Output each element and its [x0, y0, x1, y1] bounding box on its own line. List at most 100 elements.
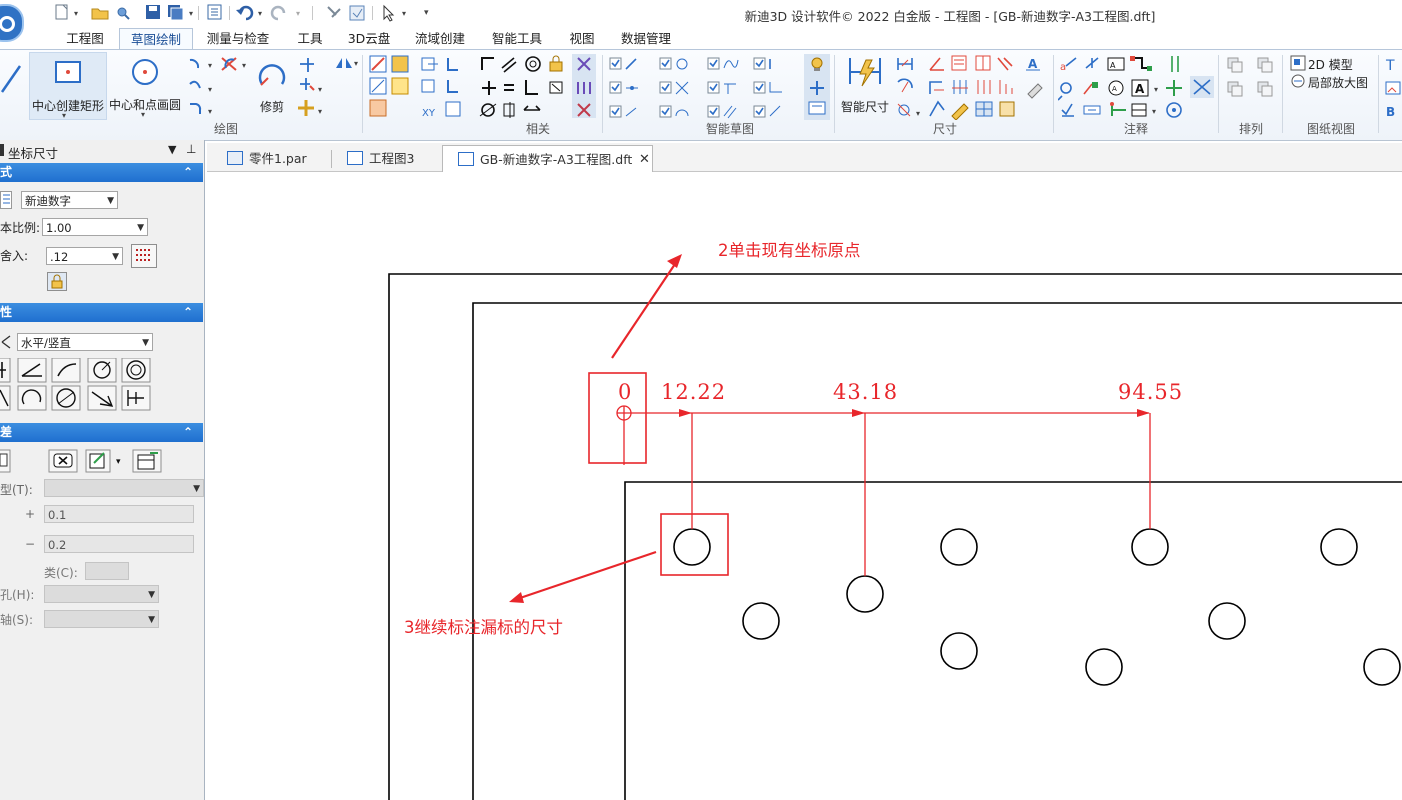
dim-auto-icon[interactable]	[929, 100, 945, 117]
style-select[interactable]: 新迪数字 ▼	[21, 191, 118, 209]
image-tool-icon[interactable]	[1385, 81, 1401, 95]
scale-select[interactable]: 1.00 ▼	[42, 218, 148, 236]
section-props-header[interactable]: 性 ⌃	[0, 303, 203, 322]
new-file-icon[interactable]	[55, 4, 68, 20]
note-icon[interactable]	[808, 101, 826, 115]
tab-data-management[interactable]: 数据管理	[612, 28, 680, 50]
smart-sketch-check-4[interactable]	[753, 57, 771, 70]
undo-icon[interactable]	[236, 5, 254, 21]
center-mark-icon[interactable]	[1171, 56, 1179, 72]
parallel-icon[interactable]	[501, 57, 517, 73]
close-tab-icon[interactable]: ✕	[639, 146, 650, 173]
dim-table-icon[interactable]	[975, 101, 993, 117]
relations-a-icon[interactable]	[421, 57, 438, 71]
bring-forward-icon[interactable]	[1227, 57, 1243, 73]
tolerance-table-icon[interactable]	[132, 449, 162, 473]
hole[interactable]	[940, 632, 978, 670]
block-tool-icon[interactable]: B	[1386, 105, 1395, 119]
tab-tools[interactable]: 工具	[288, 28, 332, 50]
dim-chain-icon[interactable]	[977, 80, 991, 94]
check-mark-icon[interactable]	[1061, 103, 1074, 117]
panel-pin-icon[interactable]: ⊥	[186, 142, 196, 156]
dim-distance-icon[interactable]	[897, 58, 913, 70]
center-circle-dropdown-icon[interactable]: ▾	[141, 110, 145, 119]
hole[interactable]	[1131, 528, 1169, 566]
fillet-icon[interactable]	[190, 103, 202, 114]
doc-tab-drawing3[interactable]: 工程图3	[338, 145, 438, 172]
smart-sketch-check-9[interactable]	[609, 105, 637, 118]
hole[interactable]	[1208, 602, 1246, 640]
datum-icon[interactable]: A	[1108, 80, 1124, 96]
send-backward-icon[interactable]	[1257, 57, 1273, 73]
region-icon[interactable]	[391, 77, 409, 95]
dim-style-icon[interactable]	[1027, 83, 1043, 99]
tool-b-icon[interactable]	[349, 5, 365, 21]
dim-type-leader-icon[interactable]	[87, 385, 117, 411]
redo-icon[interactable]	[270, 5, 286, 21]
callout-icon[interactable]	[1085, 57, 1099, 69]
ordinate-label-2[interactable]: 43.18	[833, 380, 898, 404]
dim-type-angle-icon[interactable]	[17, 358, 47, 383]
symmetric-icon[interactable]	[503, 102, 515, 118]
hole[interactable]	[1085, 648, 1123, 686]
hole[interactable]	[1363, 648, 1401, 686]
tolerance-type-select[interactable]: ▼	[44, 479, 204, 497]
feature-control-icon[interactable]	[1110, 102, 1126, 116]
dim-type-arc-length-icon[interactable]	[17, 385, 47, 411]
hole[interactable]	[742, 602, 780, 640]
tolerance-class-input[interactable]	[85, 562, 129, 580]
smart-sketch-check-5[interactable]	[609, 81, 638, 94]
smart-sketch-check-1[interactable]	[609, 57, 637, 70]
lock-icon[interactable]	[549, 55, 563, 72]
center-circle-button[interactable]: 中心和点画圆 ▾	[107, 52, 183, 119]
select-arrow-icon[interactable]	[383, 4, 395, 22]
dim-symmetric-icon[interactable]	[975, 55, 991, 71]
move-icon[interactable]	[298, 100, 314, 116]
save-dropdown-icon[interactable]: ▾	[189, 9, 193, 18]
tab-sketch[interactable]: 草图绘制	[119, 28, 193, 51]
surface-finish-icon[interactable]	[1058, 82, 1072, 101]
tolerance-format-icon[interactable]	[85, 449, 111, 473]
collapse-icon[interactable]: ⌃	[183, 163, 193, 182]
select-dropdown-icon[interactable]: ▾	[402, 9, 406, 18]
center-rectangle-button[interactable]: 中心创建矩形 ▾	[29, 52, 107, 120]
line-tool-icon[interactable]	[0, 58, 22, 98]
detail-view-button[interactable]: 局部放大图	[1290, 73, 1374, 90]
smart-sketch-check-12[interactable]	[753, 105, 781, 118]
dim-ordinate-icon[interactable]	[952, 80, 968, 94]
collapse-icon[interactable]: ⌃	[183, 423, 193, 442]
bolt-hole-circle-icon[interactable]	[1166, 102, 1182, 118]
tab-flow-create[interactable]: 流域创建	[406, 28, 474, 50]
panel-menu-icon[interactable]: ▼	[168, 143, 176, 156]
orientation-select[interactable]: 水平/竖直 ▼	[17, 333, 153, 351]
frame-icon[interactable]	[1083, 105, 1101, 115]
relations-e-icon[interactable]	[445, 101, 461, 117]
connector-icon[interactable]	[1130, 56, 1152, 71]
tab-measure[interactable]: 测量与检查	[198, 28, 278, 50]
tolerance-minus-input[interactable]: 0.2	[44, 535, 194, 553]
doc-tab-part[interactable]: 零件1.par	[218, 145, 330, 172]
tab-3d-cloud[interactable]: 3D云盘	[342, 28, 396, 50]
dim-radius-icon[interactable]	[897, 78, 913, 93]
tab-drawing[interactable]: 工程图	[56, 28, 114, 50]
hole-select[interactable]: ▼	[44, 585, 159, 603]
leader-icon[interactable]: a	[1060, 57, 1077, 73]
section-style-header[interactable]: 式 ⌃	[0, 163, 203, 182]
new-file-dropdown-icon[interactable]: ▾	[74, 9, 78, 18]
rigid-icon[interactable]	[549, 81, 563, 94]
text-box-icon[interactable]: A	[1131, 79, 1149, 97]
pattern-icon[interactable]	[369, 99, 387, 117]
send-back-icon[interactable]	[1257, 81, 1273, 97]
tab-view[interactable]: 视图	[560, 28, 604, 50]
properties-icon[interactable]	[207, 4, 222, 20]
ordinate-label-1[interactable]: 12.22	[661, 380, 726, 404]
trim-cross-icon[interactable]	[221, 57, 237, 71]
smart-sketch-check-2[interactable]	[659, 57, 688, 70]
tolerance-edit-icon[interactable]	[0, 449, 11, 473]
undo-dropdown-icon[interactable]: ▾	[258, 9, 262, 18]
drawing-canvas[interactable]: 0 12.22 43.18 94.55 2单击现有坐标原点 3继续标注漏标的尺寸	[207, 172, 1402, 800]
text-tool-icon[interactable]: T	[1385, 58, 1395, 74]
mirror-icon[interactable]	[336, 58, 352, 68]
round-select[interactable]: .12 ▼	[46, 247, 123, 265]
dim-type-chamfer-icon[interactable]	[0, 385, 11, 411]
